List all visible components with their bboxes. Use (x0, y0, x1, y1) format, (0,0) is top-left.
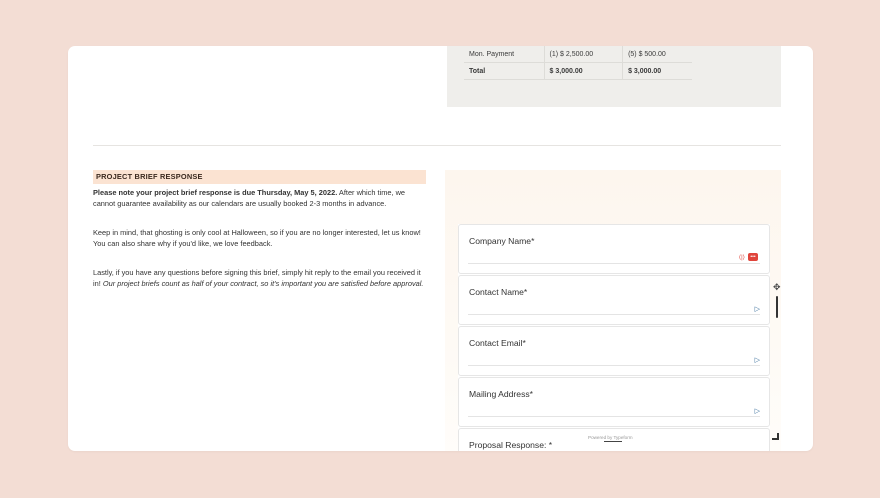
table-cell: $ 3,000.00 (544, 62, 624, 80)
table-cell: (5) $ 500.00 (622, 46, 692, 63)
field-label: Proposal Response: * (469, 440, 553, 450)
payment-table-block: Mon. Payment (1) $ 2,500.00 (5) $ 500.00… (447, 46, 781, 107)
input-underline (468, 314, 760, 315)
resize-handle-icon[interactable] (772, 433, 779, 440)
field-label: Contact Email* (469, 338, 526, 348)
contact-email-field[interactable]: Contact Email* ▷ (458, 326, 770, 376)
table-cell: Total (464, 62, 545, 80)
contact-name-field[interactable]: Contact Name* ▷ (458, 275, 770, 325)
section-heading: PROJECT BRIEF RESPONSE (93, 170, 426, 184)
mailing-address-field[interactable]: Mailing Address* ▷ (458, 377, 770, 427)
move-handle-icon[interactable]: ✥ (773, 282, 781, 293)
field-label: Mailing Address* (469, 389, 534, 399)
input-underline (468, 365, 760, 366)
company-name-field[interactable]: Company Name* ⟨|⟩ ••• (458, 224, 770, 274)
due-date-paragraph: Please note your project brief response … (93, 187, 428, 209)
table-cell: (1) $ 2,500.00 (544, 46, 624, 63)
table-row: Total $ 3,000.00 $ 3,000.00 (464, 62, 692, 80)
field-label: Contact Name* (469, 287, 528, 297)
password-manager-icon[interactable]: ⟨|⟩ (739, 254, 745, 261)
page-card: Mon. Payment (1) $ 2,500.00 (5) $ 500.00… (68, 46, 813, 451)
due-date-bold-text: Please note your project brief response … (93, 188, 338, 197)
powered-by-underline (604, 441, 622, 442)
field-label: Company Name* (469, 236, 535, 246)
table-cell: $ 3,000.00 (622, 62, 692, 80)
autofill-arrow-icon[interactable]: ▷ (755, 305, 760, 313)
ghosting-paragraph: Keep in mind, that ghosting is only cool… (93, 228, 421, 248)
scrollbar[interactable] (776, 296, 778, 318)
section-divider (93, 145, 781, 146)
questions-paragraph: Lastly, if you have any questions before… (93, 267, 428, 289)
input-underline (468, 263, 760, 264)
table-row: Mon. Payment (1) $ 2,500.00 (5) $ 500.00 (464, 46, 692, 63)
autofill-arrow-icon[interactable]: ▷ (755, 407, 760, 415)
password-manager-menu-icon[interactable]: ••• (748, 253, 758, 261)
autofill-arrow-icon[interactable]: ▷ (755, 356, 760, 364)
questions-italic-text: Our project briefs count as half of your… (102, 279, 424, 288)
powered-by-text: Powered by Typeform (588, 435, 633, 440)
typeform-embed[interactable]: Company Name* ⟨|⟩ ••• Contact Name* ▷ Co… (458, 224, 770, 451)
payment-table: Mon. Payment (1) $ 2,500.00 (5) $ 500.00… (464, 46, 692, 80)
table-cell: Mon. Payment (464, 46, 545, 63)
input-underline (468, 416, 760, 417)
